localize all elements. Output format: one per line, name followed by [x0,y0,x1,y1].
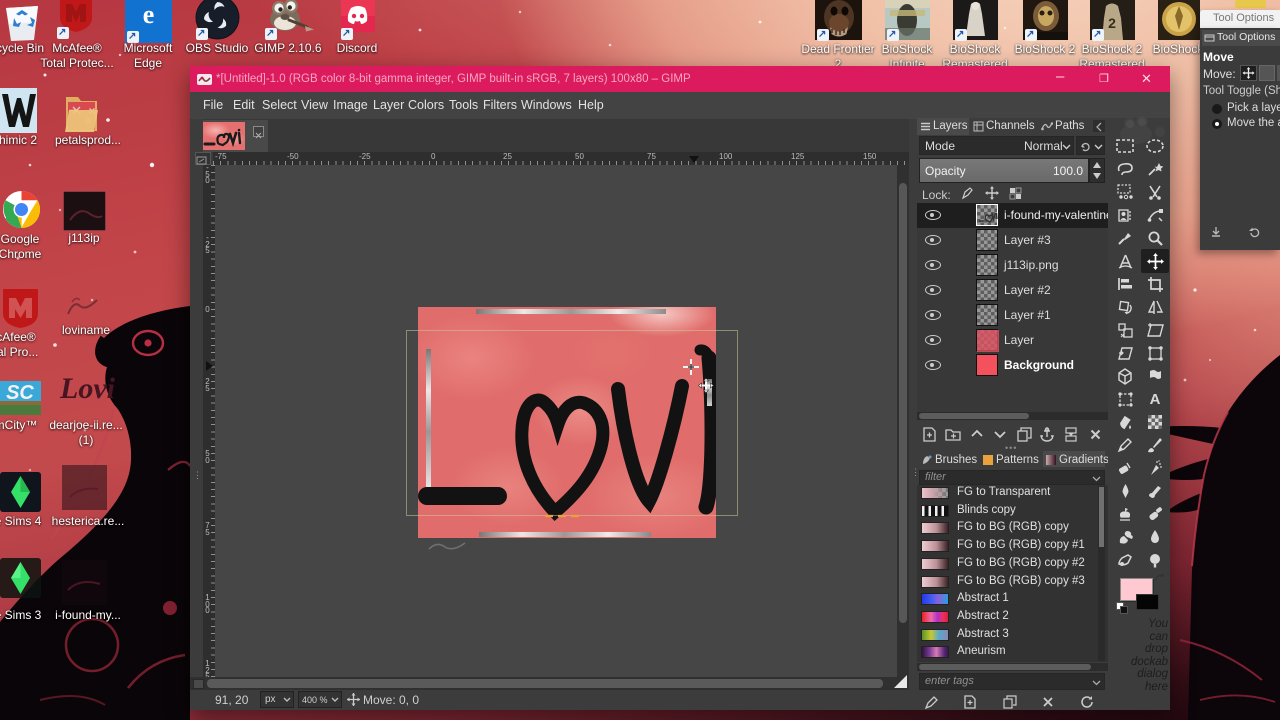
svg-text:2: 2 [1108,15,1116,31]
svg-text:Lovi: Lovi [59,372,116,405]
svg-text:SC: SC [6,382,34,404]
